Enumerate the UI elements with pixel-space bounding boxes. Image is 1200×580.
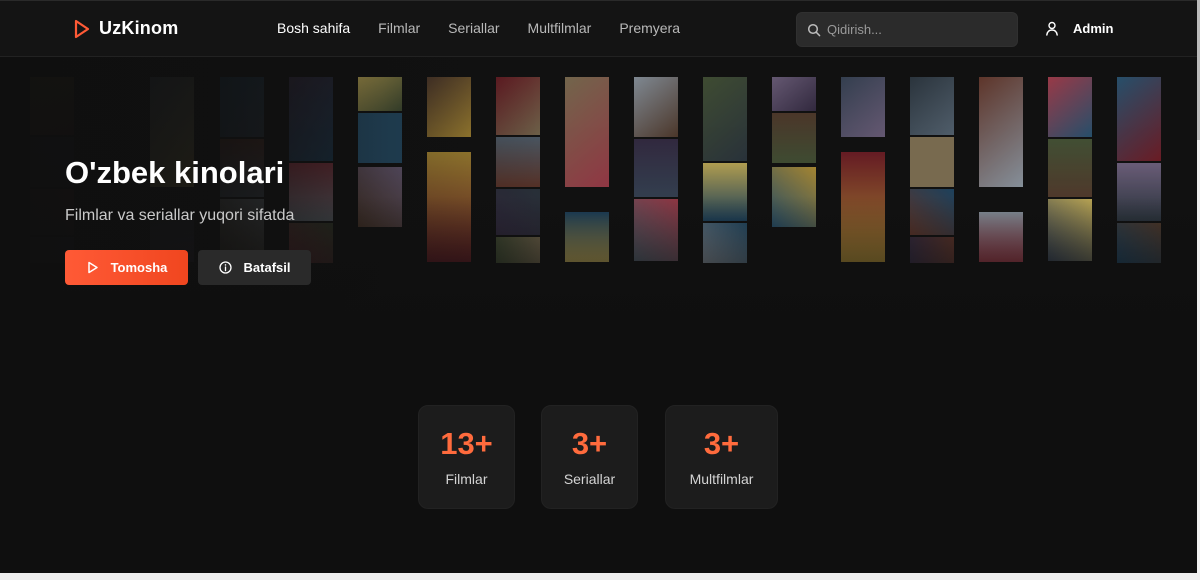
hero-subtitle: Filmlar va seriallar yuqori sifatda [65,207,295,224]
stat-card-series: 3+ Seriallar [541,405,638,509]
main-nav: Bosh sahifa Filmlar Seriallar Multfilmla… [277,20,708,36]
info-icon [218,261,232,274]
user-menu[interactable]: Admin [1045,21,1113,36]
app-window: UzKinom Bosh sahifa Filmlar Seriallar Mu… [0,0,1200,580]
search-icon [807,23,821,36]
nav-item-series[interactable]: Seriallar [448,20,499,36]
user-name: Admin [1073,21,1114,36]
logo[interactable]: UzKinom [73,18,178,39]
window-bottom-edge [0,573,1200,580]
stat-value: 13+ [440,426,493,461]
hero-title: O'zbek kinolari [65,155,285,190]
stat-card-films: 13+ Filmlar [418,405,515,509]
hero-banner: O'zbek kinolari Filmlar va seriallar yuq… [0,57,1197,367]
details-button-label: Batafsil [243,260,291,275]
stat-value: 3+ [703,426,740,461]
user-icon [1046,21,1058,36]
watch-button[interactable]: Tomosha [65,250,188,285]
logo-text: UzKinom [99,18,179,38]
stat-label: Seriallar [563,471,616,487]
nav-item-films[interactable]: Filmlar [378,20,420,36]
search-box[interactable] [796,12,1018,47]
nav-item-home[interactable]: Bosh sahifa [277,20,350,36]
play-icon [87,261,98,274]
stat-label: Multfilmlar [689,471,754,487]
watch-button-label: Tomosha [110,260,168,275]
stat-card-cartoons: 3+ Multfilmlar [665,405,778,509]
play-logo-icon [74,19,90,38]
nav-item-premiere[interactable]: Premyera [619,20,680,36]
nav-item-cartoons[interactable]: Multfilmlar [528,20,592,36]
details-button[interactable]: Batafsil [198,250,311,285]
site-header: UzKinom Bosh sahifa Filmlar Seriallar Mu… [0,0,1197,57]
stat-value: 3+ [571,426,608,461]
stat-label: Filmlar [445,471,488,487]
search-input[interactable] [827,22,1007,37]
